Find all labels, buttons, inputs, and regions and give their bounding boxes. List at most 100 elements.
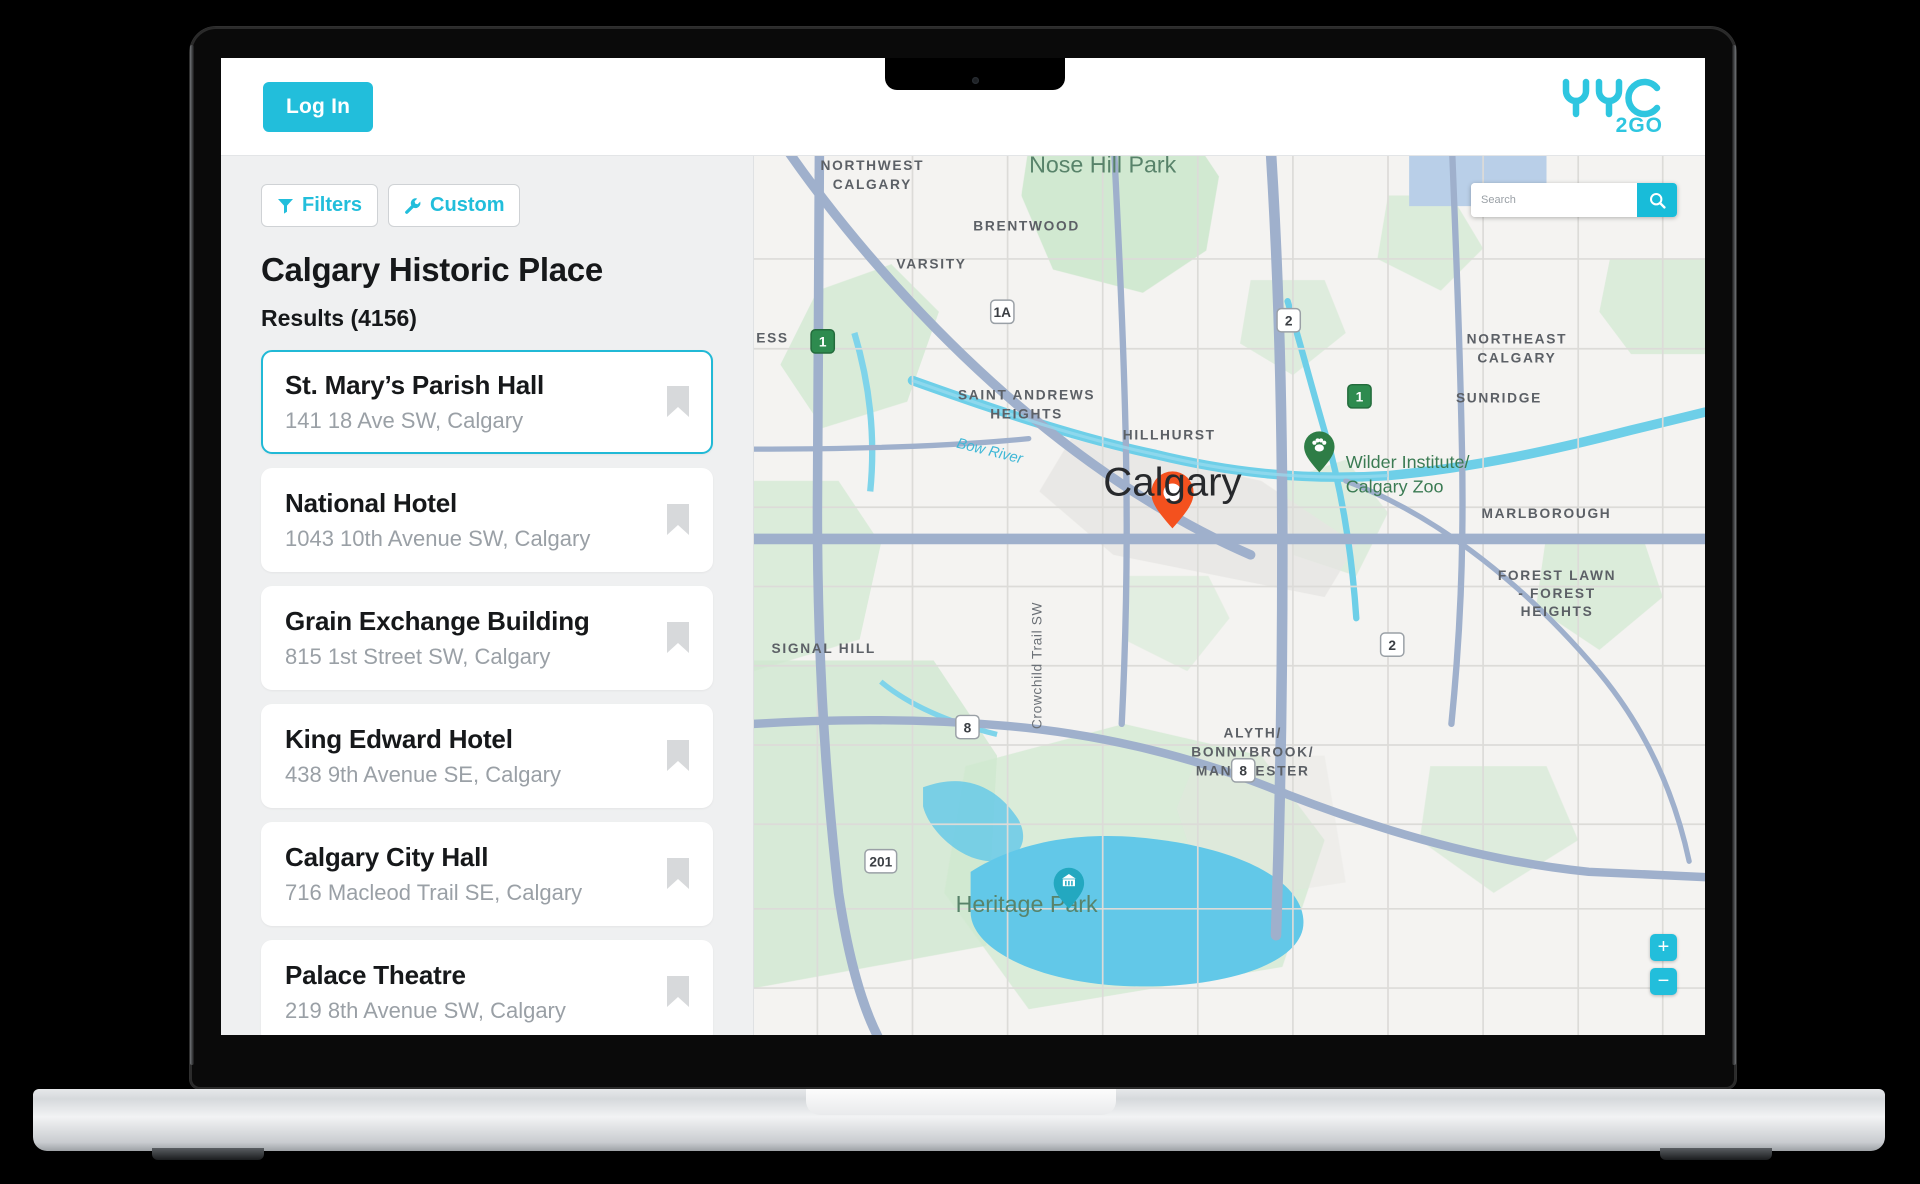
highway-shield: 1 bbox=[810, 329, 836, 354]
result-name: King Edward Hotel bbox=[285, 724, 513, 754]
bookmark-icon[interactable] bbox=[665, 385, 691, 419]
neighborhood-label: ALYTH/ bbox=[1224, 726, 1282, 741]
result-card[interactable]: Calgary City Hall 716 Macleod Trail SE, C… bbox=[261, 822, 713, 926]
highway-shield: 8 bbox=[1230, 758, 1256, 783]
poi-label: Calgary Zoo bbox=[1346, 476, 1444, 496]
camera-notch bbox=[885, 58, 1065, 90]
custom-label: Custom bbox=[430, 194, 505, 216]
city-label: Calgary bbox=[1103, 460, 1241, 505]
highway-shield: 1 bbox=[1347, 383, 1372, 409]
highway-shield-label: 201 bbox=[869, 855, 892, 870]
filter-toolbar: Filters Custom bbox=[221, 156, 753, 227]
bookmark-icon[interactable] bbox=[665, 739, 691, 773]
result-name: St. Mary’s Parish Hall bbox=[285, 370, 545, 400]
result-text: National Hotel 1043 10th Avenue SW, Calga… bbox=[285, 488, 590, 552]
park-label: Nose Hill Park bbox=[1029, 156, 1177, 177]
laptop-lid-right-edge bbox=[1732, 45, 1736, 1065]
result-name: National Hotel bbox=[285, 488, 457, 518]
map-panel[interactable]: Nose Hill Park Heritage Park NORTHWEST CAL… bbox=[754, 156, 1705, 1035]
result-text: Calgary City Hall 716 Macleod Trail SE, C… bbox=[285, 842, 582, 906]
result-card[interactable]: St. Mary’s Parish Hall 141 18 Ave SW, Cal… bbox=[261, 350, 713, 454]
neighborhood-label: NESS bbox=[754, 330, 789, 345]
bookmark-icon[interactable] bbox=[665, 621, 691, 655]
laptop-grip-notch bbox=[806, 1089, 1116, 1115]
search-icon bbox=[1649, 192, 1666, 209]
result-text: Palace Theatre 219 8th Avenue SW, Calgary bbox=[285, 960, 566, 1024]
neighborhood-label: VARSITY bbox=[896, 256, 966, 271]
highway-shields: 1A 1 2 1 2 8 8 201 bbox=[810, 299, 1405, 874]
list-header: Calgary Historic Place Results (4156) bbox=[221, 227, 753, 332]
neighborhood-label: HEIGHTS bbox=[1521, 604, 1594, 619]
laptop-mockup: Log In 2GO Filters Custom Calgary Histor… bbox=[0, 0, 1920, 1184]
result-address: 1043 10th Avenue SW, Calgary bbox=[285, 526, 591, 551]
highway-shield-label: 8 bbox=[1239, 764, 1247, 779]
street-labels: Crowchild Trail SW bbox=[1029, 602, 1044, 729]
laptop-lid-left-edge bbox=[190, 45, 194, 1065]
result-text: Grain Exchange Building 815 1st Street SW… bbox=[285, 606, 590, 670]
neighborhood-label: HILLHURST bbox=[1123, 428, 1216, 443]
highway-shield: 1A bbox=[989, 299, 1015, 325]
map-search-box[interactable] bbox=[1471, 183, 1677, 217]
filter-icon bbox=[278, 199, 293, 214]
result-address: 716 Macleod Trail SE, Calgary bbox=[285, 880, 583, 905]
wrench-icon bbox=[405, 197, 421, 214]
result-card[interactable]: Palace Theatre 219 8th Avenue SW, Calgary bbox=[261, 940, 713, 1035]
neighborhood-label: SIGNAL HILL bbox=[772, 641, 876, 656]
neighborhood-label: FOREST LAWN bbox=[1498, 568, 1616, 583]
search-button[interactable] bbox=[1637, 183, 1677, 217]
highway-shield-label: 2 bbox=[1285, 314, 1293, 329]
water-label: Bow River bbox=[955, 436, 1025, 468]
highway-shield-label: 1 bbox=[819, 335, 827, 350]
map-zoom-controls: + − bbox=[1650, 934, 1677, 995]
highway-shield: 201 bbox=[864, 848, 898, 874]
laptop-foot-left bbox=[152, 1148, 264, 1160]
laptop-foot-right bbox=[1660, 1148, 1772, 1160]
page-title: Calgary Historic Place bbox=[261, 251, 603, 288]
brand-logo[interactable]: 2GO bbox=[1561, 76, 1665, 138]
map-labels-layer: Nose Hill ParkHeritage Park NORTHWEST CAL… bbox=[754, 156, 1616, 917]
result-card[interactable]: King Edward Hotel 438 9th Avenue SE, Calg… bbox=[261, 704, 713, 808]
custom-button[interactable]: Custom bbox=[388, 184, 521, 227]
highway-shield-label: 1A bbox=[994, 305, 1012, 320]
bookmark-icon[interactable] bbox=[665, 857, 691, 891]
neighborhood-label: BONNYBROOK/ bbox=[1191, 745, 1314, 760]
highway-shield-label: 2 bbox=[1388, 638, 1396, 653]
neighborhood-label: CALGARY bbox=[1477, 351, 1556, 366]
result-name: Calgary City Hall bbox=[285, 842, 489, 872]
street-label: Crowchild Trail SW bbox=[1029, 602, 1044, 729]
water-labels: Bow River bbox=[955, 436, 1025, 468]
screen: Log In 2GO Filters Custom Calgary Histor… bbox=[221, 58, 1705, 1035]
results-count: Results (4156) bbox=[261, 305, 417, 331]
camera-icon bbox=[971, 77, 979, 84]
neighborhood-label: MARLBOROUGH bbox=[1482, 506, 1612, 521]
result-name: Grain Exchange Building bbox=[285, 606, 590, 636]
result-card[interactable]: Grain Exchange Building 815 1st Street SW… bbox=[261, 586, 713, 690]
result-text: St. Mary’s Parish Hall 141 18 Ave SW, Cal… bbox=[285, 370, 544, 434]
result-card[interactable]: National Hotel 1043 10th Avenue SW, Calga… bbox=[261, 468, 713, 572]
result-address: 141 18 Ave SW, Calgary bbox=[285, 408, 524, 433]
poi-labels: Wilder Institute/Calgary Zoo bbox=[1346, 452, 1470, 496]
content-area: Filters Custom Calgary Historic Place Re… bbox=[221, 156, 1705, 1035]
result-text: King Edward Hotel 438 9th Avenue SE, Calg… bbox=[285, 724, 561, 788]
neighborhood-label: HEIGHTS bbox=[990, 407, 1063, 422]
zoo-pin[interactable] bbox=[1304, 431, 1335, 473]
filters-label: Filters bbox=[302, 194, 363, 216]
zoom-in-button[interactable]: + bbox=[1650, 934, 1677, 961]
highway-shield-label: 1 bbox=[1356, 390, 1364, 405]
park-labels: Nose Hill ParkHeritage Park bbox=[956, 156, 1177, 917]
filters-button[interactable]: Filters bbox=[261, 184, 379, 227]
neighborhood-label: BRENTWOOD bbox=[973, 218, 1080, 233]
search-input[interactable] bbox=[1471, 183, 1637, 217]
neighborhood-label: CALGARY bbox=[833, 177, 912, 192]
bookmark-icon[interactable] bbox=[665, 503, 691, 537]
neighborhood-label: SUNRIDGE bbox=[1456, 391, 1542, 406]
login-button[interactable]: Log In bbox=[263, 81, 374, 132]
poi-label: Wilder Institute/ bbox=[1346, 452, 1470, 472]
bookmark-icon[interactable] bbox=[665, 975, 691, 1009]
neighborhood-label: NORTHEAST bbox=[1467, 331, 1568, 346]
result-address: 219 8th Avenue SW, Calgary bbox=[285, 998, 566, 1023]
app-window: Log In 2GO Filters Custom Calgary Histor… bbox=[221, 58, 1705, 1035]
results-list[interactable]: St. Mary’s Parish Hall 141 18 Ave SW, Cal… bbox=[221, 332, 753, 1035]
highway-shield-label: 8 bbox=[964, 720, 972, 735]
zoom-out-button[interactable]: − bbox=[1650, 968, 1677, 995]
